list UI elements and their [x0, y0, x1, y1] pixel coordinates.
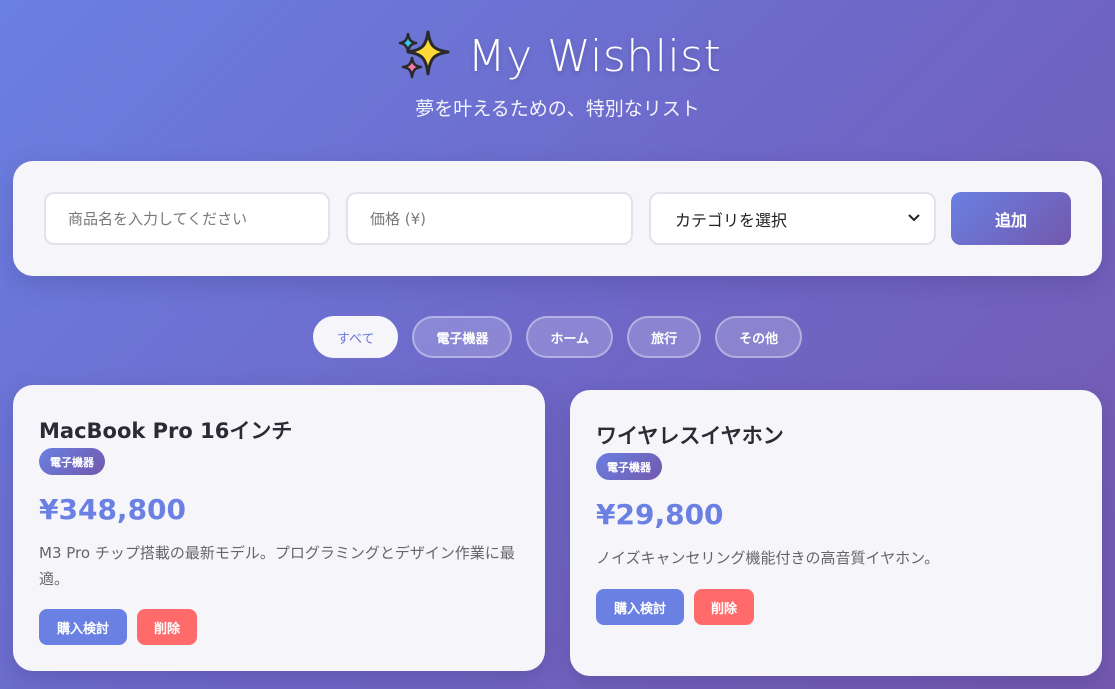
chevron-down-icon: [908, 211, 920, 226]
category-select[interactable]: カテゴリを選択: [649, 192, 936, 245]
sparkles-icon: [394, 28, 452, 84]
wishlist-card: MacBook Pro 16インチ 電子機器 ¥348,800 M3 Pro チ…: [13, 385, 545, 671]
category-filters: すべて 電子機器 ホーム 旅行 その他: [0, 316, 1115, 358]
category-select-value: カテゴリを選択: [675, 210, 788, 230]
delete-button[interactable]: 削除: [137, 609, 197, 645]
item-description: ノイズキャンセリング機能付きの高音質イヤホン。: [596, 549, 940, 567]
add-button[interactable]: 追加: [951, 192, 1071, 245]
item-price: ¥29,800: [596, 498, 724, 531]
category-badge: 電子機器: [596, 453, 662, 480]
item-name: MacBook Pro 16インチ: [39, 419, 293, 443]
item-price-input[interactable]: [346, 192, 633, 245]
filter-travel[interactable]: 旅行: [627, 316, 702, 358]
item-description: M3 Pro チップ搭載の最新モデル。プログラミングとデザイン作業に最適。: [39, 544, 515, 588]
delete-button[interactable]: 削除: [694, 589, 754, 625]
page-subtitle: 夢を叶えるための、特別なリスト: [415, 98, 700, 120]
item-name-input[interactable]: [44, 192, 330, 245]
page-header: My Wishlist 夢を叶えるための、特別なリスト: [0, 26, 1115, 121]
consider-purchase-button[interactable]: 購入検討: [596, 589, 684, 625]
item-name: ワイヤレスイヤホン: [596, 424, 784, 448]
filter-other[interactable]: その他: [715, 316, 803, 358]
title-row: My Wishlist: [0, 26, 1115, 86]
consider-purchase-button[interactable]: 購入検討: [39, 609, 127, 645]
filter-all[interactable]: すべて: [312, 316, 399, 358]
wishlist-card: ワイヤレスイヤホン 電子機器 ¥29,800 ノイズキャンセリング機能付きの高音…: [570, 390, 1102, 676]
item-price: ¥348,800: [39, 493, 187, 526]
category-badge: 電子機器: [39, 448, 105, 475]
filter-home[interactable]: ホーム: [526, 316, 614, 358]
filter-electronics[interactable]: 電子機器: [412, 316, 513, 358]
page-title: My Wishlist: [467, 30, 722, 82]
add-item-form: カテゴリを選択 追加: [13, 161, 1102, 276]
